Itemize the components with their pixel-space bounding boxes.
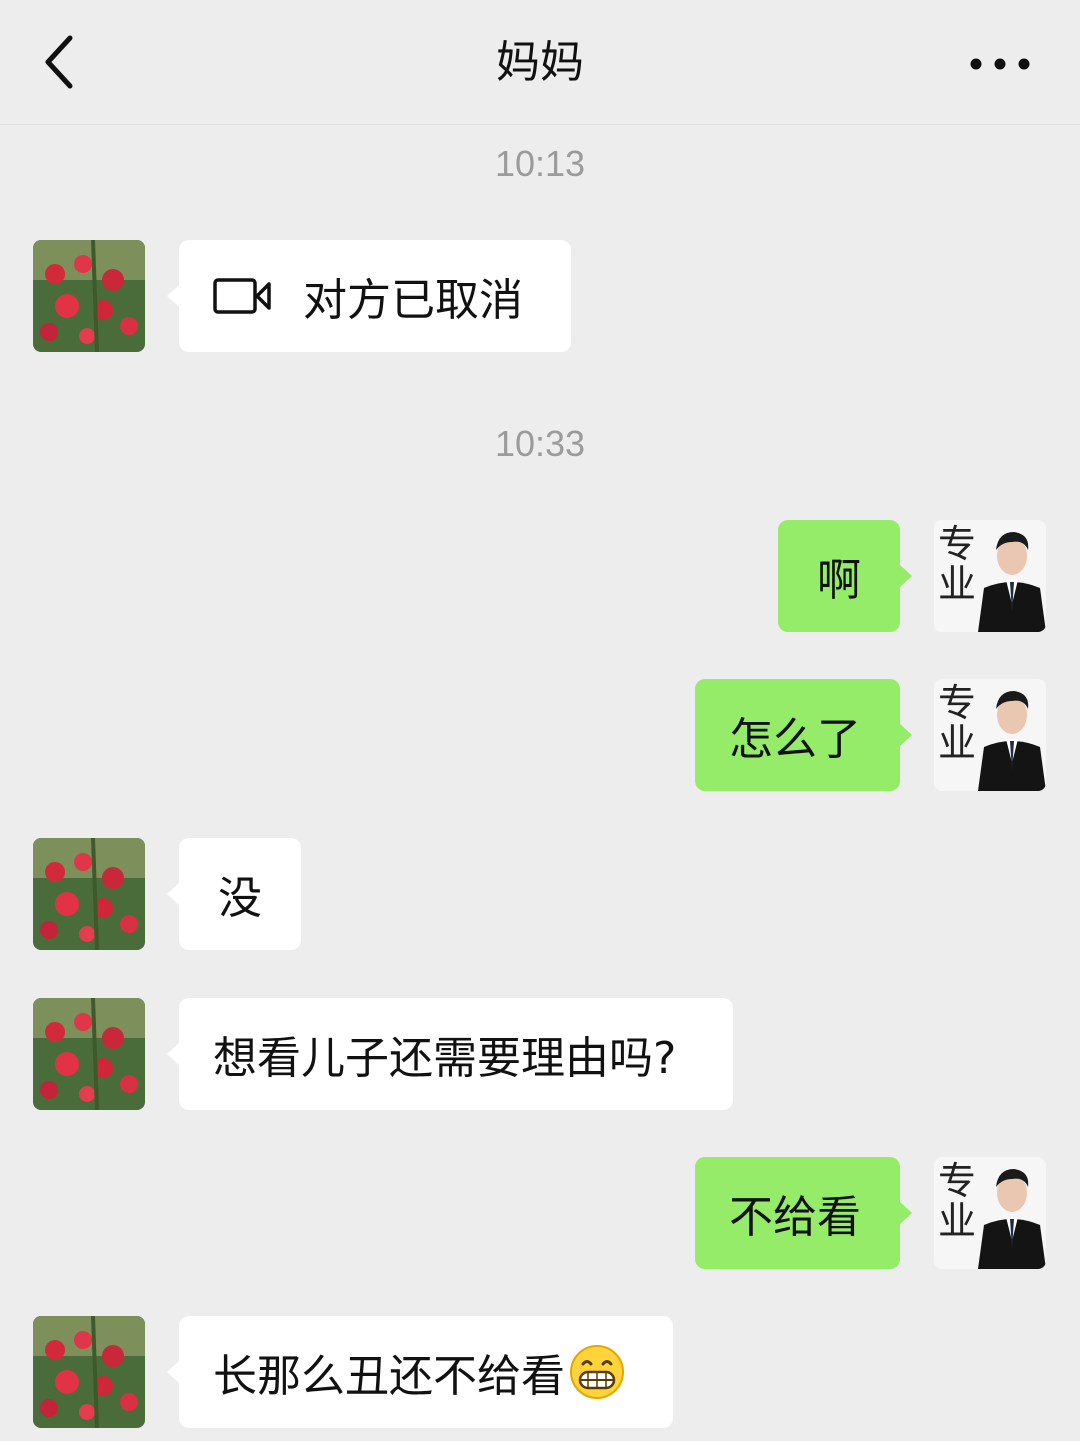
chat-title: 妈妈 (496, 37, 584, 88)
contact-avatar[interactable] (33, 1316, 145, 1428)
avatar-caption: 专业 (938, 522, 977, 606)
message-text: 对方已取消 (303, 275, 523, 326)
more-dots-icon (970, 58, 1030, 70)
person-icon (978, 1169, 1046, 1269)
timestamp: 10:33 (494, 423, 586, 464)
video-camera-icon (213, 278, 271, 314)
grin-emoji-icon (570, 1345, 624, 1399)
message-bubble-outgoing[interactable]: 不给看 (695, 1157, 912, 1269)
avatar-caption: 专业 (938, 681, 977, 765)
message-text: 长那么丑还不给看 (213, 1351, 565, 1402)
person-icon (978, 532, 1046, 632)
message-bubble-incoming[interactable]: 对方已取消 (167, 240, 571, 352)
self-avatar[interactable]: 专业 (934, 1157, 1046, 1269)
message-text: 啊 (817, 555, 861, 606)
contact-avatar[interactable] (33, 838, 145, 950)
chat-header: 妈妈 (0, 0, 1080, 125)
message-bubble-outgoing[interactable]: 啊 (778, 520, 912, 632)
person-icon (978, 691, 1046, 791)
message-text: 不给看 (729, 1192, 861, 1243)
contact-avatar[interactable] (33, 998, 145, 1110)
avatar-caption: 专业 (938, 1159, 977, 1243)
self-avatar[interactable]: 专业 (934, 679, 1046, 791)
message-bubble-outgoing[interactable]: 怎么了 (695, 679, 912, 791)
message-bubble-incoming[interactable]: 没 (167, 838, 301, 950)
timestamp: 10:13 (494, 143, 586, 184)
message-text: 没 (218, 873, 262, 924)
message-bubble-incoming[interactable]: 长那么丑还不给看 (167, 1316, 673, 1428)
more-button[interactable] (964, 44, 1036, 84)
chat-screen: 妈妈 10:13 对方已取消 10:33 啊 专业 怎么了 专业 没 想看儿子还… (0, 0, 1080, 1441)
contact-avatar[interactable] (33, 240, 145, 352)
message-text: 怎么了 (729, 714, 861, 765)
message-text: 想看儿子还需要理由吗? (213, 1033, 677, 1084)
self-avatar[interactable]: 专业 (934, 520, 1046, 632)
message-bubble-incoming[interactable]: 想看儿子还需要理由吗? (167, 998, 733, 1110)
